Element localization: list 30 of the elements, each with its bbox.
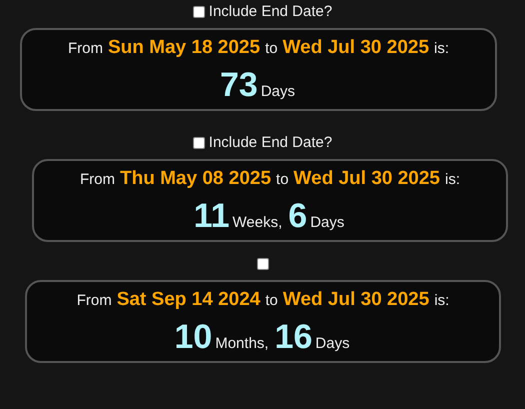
result-unit: Days [315, 334, 350, 354]
from-label: From [76, 291, 112, 312]
checkbox[interactable] [192, 137, 205, 149]
end-date: Wed Jul 30 2025 [282, 36, 430, 60]
result-unit: Days [260, 82, 295, 102]
result-number: 73 [220, 64, 258, 105]
checkbox[interactable] [256, 258, 268, 270]
is-label: is: [445, 170, 460, 190]
result-unit: Weeks, [232, 212, 282, 233]
result-number: 11 [194, 196, 230, 236]
result-number: 6 [288, 196, 308, 236]
to-label: to [265, 39, 278, 60]
from-label: From [80, 170, 115, 190]
result-unit: Days [310, 212, 344, 233]
to-label: to [265, 291, 278, 312]
start-date: Sun May 18 2025 [108, 36, 260, 60]
start-date: Thu May 08 2025 [120, 167, 272, 192]
is-label: is: [434, 291, 450, 312]
end-date: Wed Jul 30 2025 [294, 167, 440, 192]
to-label: to [276, 170, 289, 190]
end-date: Wed Jul 30 2025 [282, 288, 430, 312]
checkbox[interactable] [192, 6, 205, 18]
result-unit: Months, [215, 334, 269, 354]
checkbox-label: Include End Date? [208, 2, 332, 22]
result-number: 10 [174, 316, 212, 357]
start-date: Sat Sep 14 2024 [116, 288, 260, 312]
result-number: 16 [274, 316, 312, 357]
from-label: From [68, 39, 103, 60]
checkbox-label: Include End Date? [208, 132, 332, 153]
is-label: is: [434, 39, 450, 60]
